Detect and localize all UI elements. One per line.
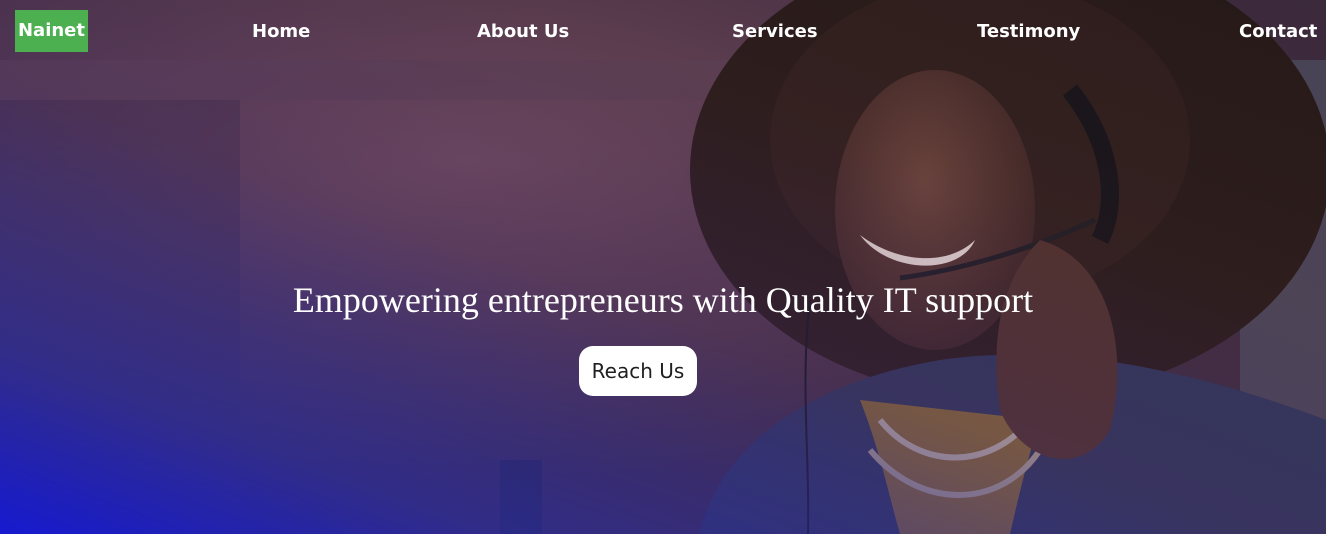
nav-link-about-us[interactable]: About Us — [477, 19, 569, 45]
nav-link-services[interactable]: Services — [732, 19, 818, 45]
hero-section: Nainet Home About Us Services Testimony … — [0, 0, 1326, 534]
nav-link-testimony[interactable]: Testimony — [977, 19, 1080, 45]
nav-link-home[interactable]: Home — [252, 19, 310, 45]
reach-us-button[interactable]: Reach Us — [579, 346, 697, 396]
brand-logo[interactable]: Nainet — [15, 10, 88, 52]
hero-headline: Empowering entrepreneurs with Quality IT… — [292, 280, 1034, 320]
hero-gradient-overlay — [0, 0, 1326, 534]
nav-link-contact[interactable]: Contact — [1239, 19, 1317, 45]
